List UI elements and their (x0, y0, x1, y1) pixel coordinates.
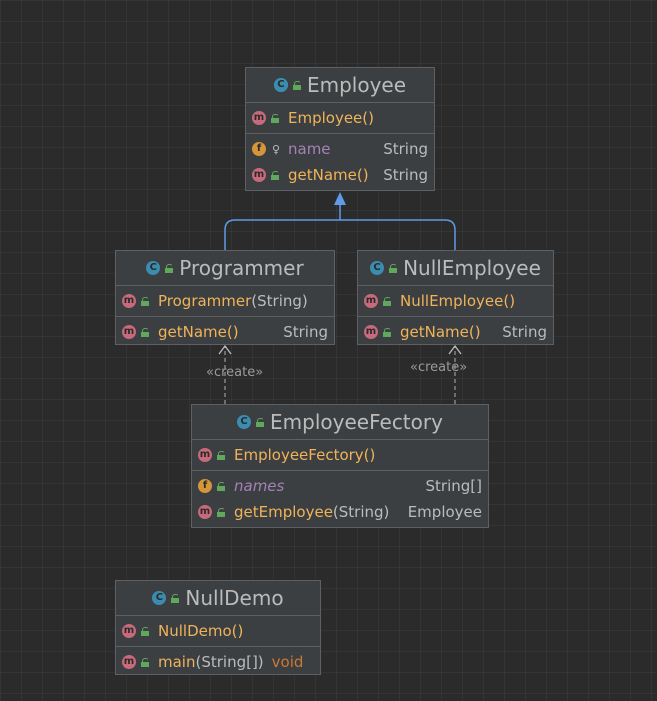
inheritance-edge-programmer (224, 205, 341, 250)
member-row[interactable]: m main (String[]) void (116, 649, 320, 675)
member-row[interactable]: f ♀ name String (246, 136, 434, 162)
class-employee[interactable]: C Employee m Employee() f ♀ name String m… (245, 67, 435, 191)
public-lock-icon (389, 263, 398, 273)
class-title: Employee (306, 73, 407, 97)
public-lock-icon (141, 626, 149, 636)
member-row[interactable]: m NullEmployee() (358, 288, 553, 314)
method-icon: m (364, 325, 378, 339)
class-employee-fectory[interactable]: C EmployeeFectory m EmployeeFectory() f … (191, 404, 489, 528)
public-lock-icon (217, 507, 225, 517)
constructor-name: NullEmployee() (400, 292, 516, 310)
member-row[interactable]: m Employee() (246, 105, 434, 131)
constructor-params: (String) (251, 292, 308, 310)
constructors-section: m Employee() (246, 103, 434, 134)
method-return-type: String (283, 323, 328, 341)
method-params: (String[]) (195, 653, 264, 671)
class-icon: C (370, 261, 385, 275)
static-method-icon: m (122, 655, 136, 669)
class-icon: C (237, 415, 252, 429)
methods-section: m getName() String (358, 317, 553, 347)
methods-section: m main (String[]) void (116, 647, 320, 677)
class-header: C NullDemo (116, 581, 320, 616)
method-return-type: String (383, 166, 428, 184)
method-name: getName() (158, 323, 239, 341)
member-row[interactable]: m getName() String (358, 319, 553, 345)
member-row[interactable]: m Programmer (String) (116, 288, 334, 314)
member-row[interactable]: m EmployeeFectory() (192, 442, 488, 468)
method-icon: m (198, 448, 212, 462)
member-row[interactable]: m getName() String (246, 162, 434, 188)
private-key-icon: ♀ (272, 142, 281, 156)
method-icon: m (122, 325, 136, 339)
method-params: (String) (332, 503, 390, 521)
static-method-icon: m (198, 505, 212, 519)
class-null-employee[interactable]: C NullEmployee m NullEmployee() m getNam… (357, 250, 554, 345)
abstract-class-icon: C (273, 78, 288, 92)
public-lock-icon (141, 657, 149, 667)
constructor-name: EmployeeFectory() (234, 446, 376, 464)
public-lock-icon (383, 296, 391, 306)
class-icon: C (146, 261, 161, 275)
public-lock-icon (256, 417, 265, 427)
method-return-type: void (271, 653, 304, 671)
method-return-type: String (502, 323, 547, 341)
member-row[interactable]: m NullDemo() (116, 618, 320, 644)
method-icon: m (252, 111, 266, 125)
class-title: EmployeeFectory (270, 410, 443, 434)
constructors-section: m EmployeeFectory() (192, 440, 488, 471)
field-type: String[] (425, 477, 482, 495)
methods-section: m getName() String (116, 317, 334, 347)
create-label-programmer: «create» (206, 365, 264, 380)
class-title: NullEmployee (403, 256, 541, 280)
member-row[interactable]: m getName() String (116, 319, 334, 345)
class-header: C Employee (246, 68, 434, 103)
members-section: f names String[] m getEmployee (String) E… (192, 471, 488, 527)
method-name: main (158, 653, 196, 671)
member-row[interactable]: m getEmployee (String) Employee (192, 499, 488, 525)
method-icon: m (122, 294, 136, 308)
field-name: name (288, 140, 331, 158)
field-type: String (383, 140, 428, 158)
method-return-type: Employee (407, 503, 482, 521)
class-header: C EmployeeFectory (192, 405, 488, 440)
class-programmer[interactable]: C Programmer m Programmer (String) m getN… (115, 250, 335, 345)
static-field-icon: f (198, 479, 212, 493)
method-name: getEmployee (234, 503, 333, 521)
field-name: names (234, 477, 285, 495)
method-icon: m (122, 624, 136, 638)
field-icon: f (252, 142, 266, 156)
inheritance-edge-null-employee (340, 219, 456, 250)
constructors-section: m Programmer (String) (116, 286, 334, 317)
create-label-null-employee: «create» (410, 360, 468, 375)
abstract-method-icon: m (252, 168, 266, 182)
constructor-name: NullDemo() (158, 622, 244, 640)
public-lock-icon (217, 481, 225, 491)
member-row[interactable]: f names String[] (192, 473, 488, 499)
public-lock-icon (141, 296, 149, 306)
method-name: getName() (400, 323, 481, 341)
constructors-section: m NullDemo() (116, 616, 320, 647)
public-lock-icon (383, 327, 391, 337)
constructor-name: Programmer (158, 292, 252, 310)
public-lock-icon (217, 450, 225, 460)
class-title: NullDemo (185, 586, 284, 610)
class-null-demo[interactable]: C NullDemo m NullDemo() m main (String[])… (115, 580, 321, 675)
public-lock-icon (292, 80, 301, 90)
method-icon: m (364, 294, 378, 308)
method-name: getName() (288, 166, 369, 184)
class-title: Programmer (179, 256, 304, 280)
public-lock-icon (141, 327, 149, 337)
public-lock-icon (165, 263, 174, 273)
constructor-name: Employee() (288, 109, 374, 127)
class-icon: C (152, 591, 167, 605)
public-lock-icon (271, 113, 279, 123)
fields-section: f ♀ name String m getName() String (246, 134, 434, 190)
public-lock-icon (171, 593, 180, 603)
constructors-section: m NullEmployee() (358, 286, 553, 317)
inheritance-arrowhead (334, 192, 346, 205)
class-header: C Programmer (116, 251, 334, 286)
public-lock-icon (271, 170, 279, 180)
class-header: C NullEmployee (358, 251, 553, 286)
